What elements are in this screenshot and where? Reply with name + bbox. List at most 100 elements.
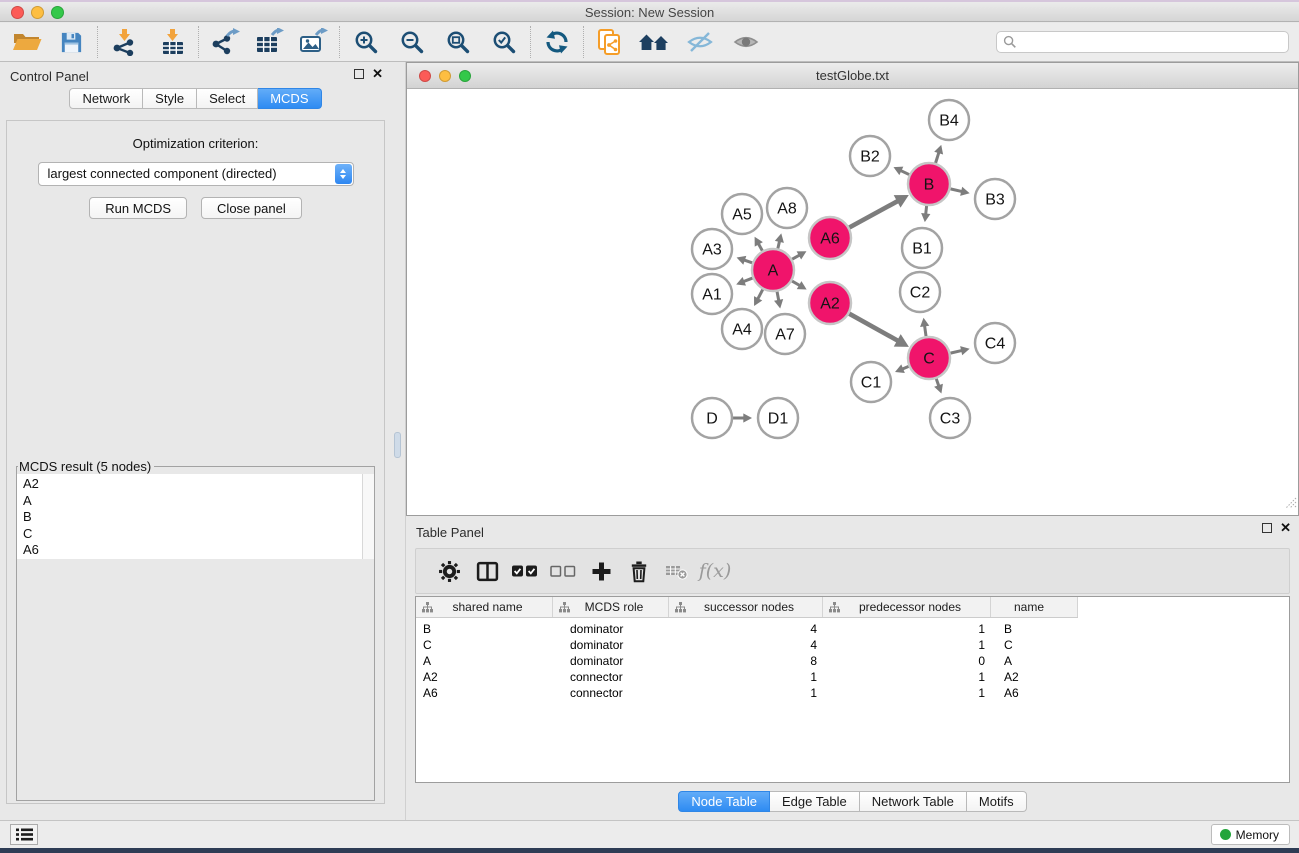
show-columns-icon[interactable] bbox=[468, 554, 506, 588]
dropdown-stepper-icon[interactable] bbox=[335, 164, 352, 184]
table-row[interactable]: A2connector11A2 bbox=[416, 670, 1289, 686]
edge-A-A1[interactable] bbox=[743, 278, 752, 282]
edge-A-A5[interactable] bbox=[758, 243, 762, 250]
table-cell: 1 bbox=[823, 622, 991, 638]
splitter-grip[interactable] bbox=[394, 432, 401, 458]
network-canvas[interactable]: AA1A2A3A4A5A6A7A8BB1B2B3B4CC1C2C3C4DD1 bbox=[407, 89, 1298, 515]
edge-C-C3[interactable] bbox=[936, 379, 939, 386]
result-item[interactable]: C bbox=[23, 526, 362, 543]
table-cell: dominator bbox=[553, 638, 669, 654]
delete-column-trash-icon[interactable] bbox=[620, 554, 658, 588]
tab-select[interactable]: Select bbox=[197, 88, 258, 109]
edge-A6-B[interactable] bbox=[849, 201, 898, 228]
search-field[interactable] bbox=[996, 31, 1289, 53]
tab-mcds[interactable]: MCDS bbox=[258, 88, 321, 109]
import-network-icon[interactable] bbox=[105, 26, 143, 58]
tab-style[interactable]: Style bbox=[143, 88, 197, 109]
session-title: Session: New Session bbox=[0, 5, 1299, 20]
search-icon bbox=[1003, 35, 1017, 49]
result-item[interactable]: A2 bbox=[23, 476, 362, 493]
edge-C-C1[interactable] bbox=[902, 366, 909, 369]
network-graph[interactable]: AA1A2A3A4A5A6A7A8BB1B2B3B4CC1C2C3C4DD1 bbox=[407, 89, 1298, 515]
settings-gear-icon[interactable] bbox=[430, 554, 468, 588]
delete-table-icon[interactable] bbox=[658, 554, 696, 588]
tab-network[interactable]: Network bbox=[69, 88, 143, 109]
column-header-MCDS-role[interactable]: MCDS role bbox=[553, 597, 669, 617]
close-panel-button[interactable]: Close panel bbox=[201, 197, 302, 219]
memory-button[interactable]: Memory bbox=[1211, 824, 1290, 845]
run-mcds-button[interactable]: Run MCDS bbox=[89, 197, 187, 219]
show-panels-eye-icon[interactable] bbox=[727, 26, 765, 58]
result-item[interactable]: A bbox=[23, 493, 362, 510]
result-scrollbar[interactable] bbox=[362, 474, 374, 559]
import-table-icon[interactable] bbox=[153, 26, 191, 58]
close-table-panel-icon[interactable]: ✕ bbox=[1280, 522, 1291, 534]
node-table[interactable]: shared nameMCDS rolesuccessor nodesprede… bbox=[415, 596, 1290, 783]
table-cell: B bbox=[416, 622, 553, 638]
export-table-icon[interactable] bbox=[250, 26, 288, 58]
hide-panels-eye-slash-icon[interactable] bbox=[681, 26, 719, 58]
float-panel-icon[interactable] bbox=[354, 69, 364, 79]
table-row[interactable]: Cdominator41C bbox=[416, 638, 1289, 654]
zoom-out-icon[interactable] bbox=[393, 26, 431, 58]
table-panel: Table Panel ✕ f(x) shared nameMCDS rol bbox=[406, 516, 1299, 820]
select-all-icon[interactable] bbox=[506, 554, 544, 588]
table-panel-title: Table Panel bbox=[416, 525, 484, 540]
criterion-dropdown[interactable]: largest connected component (directed) bbox=[38, 162, 354, 186]
table-row[interactable]: Bdominator41B bbox=[416, 622, 1289, 638]
new-network-from-file-icon[interactable] bbox=[591, 26, 629, 58]
edge-A-A3[interactable] bbox=[744, 260, 752, 263]
deselect-all-icon[interactable] bbox=[544, 554, 582, 588]
node-label: A7 bbox=[775, 327, 795, 344]
tab-node-table[interactable]: Node Table bbox=[678, 791, 770, 812]
zoom-in-icon[interactable] bbox=[347, 26, 385, 58]
close-panel-icon[interactable]: ✕ bbox=[372, 68, 383, 80]
column-header-successor-nodes[interactable]: successor nodes bbox=[669, 597, 823, 617]
edge-A-A4[interactable] bbox=[758, 289, 763, 299]
table-row[interactable]: Adominator80A bbox=[416, 654, 1289, 670]
zoom-fit-icon[interactable] bbox=[439, 26, 477, 58]
export-network-icon[interactable] bbox=[206, 26, 244, 58]
save-session-icon[interactable] bbox=[52, 26, 90, 58]
open-session-icon[interactable] bbox=[8, 26, 46, 58]
float-table-panel-icon[interactable] bbox=[1262, 523, 1272, 533]
edge-A-A2[interactable] bbox=[792, 281, 800, 286]
edge-C-C2[interactable] bbox=[925, 325, 926, 336]
column-header-name[interactable]: name bbox=[991, 597, 1078, 617]
table-cell: A6 bbox=[991, 686, 1078, 702]
table-cell: A2 bbox=[991, 670, 1078, 686]
home-icon[interactable] bbox=[635, 26, 673, 58]
edge-B-B3[interactable] bbox=[950, 189, 962, 192]
function-builder-icon[interactable]: f(x) bbox=[696, 554, 734, 588]
result-item[interactable]: A6 bbox=[23, 542, 362, 559]
edge-A-A8[interactable] bbox=[778, 241, 780, 249]
table-cell: connector bbox=[553, 686, 669, 702]
column-header-predecessor-nodes[interactable]: predecessor nodes bbox=[823, 597, 991, 617]
search-input[interactable] bbox=[1017, 33, 1288, 51]
arrowhead-icon bbox=[774, 299, 783, 308]
edge-C-C4[interactable] bbox=[950, 350, 962, 353]
mcds-panel: Optimization criterion: largest connecte… bbox=[6, 120, 385, 804]
node-label: C bbox=[923, 351, 935, 368]
result-item[interactable]: B bbox=[23, 509, 362, 526]
network-window-titlebar[interactable]: testGlobe.txt bbox=[407, 63, 1298, 89]
edge-A-A7[interactable] bbox=[777, 292, 779, 301]
panel-splitter[interactable] bbox=[391, 62, 406, 820]
edge-B-B1[interactable] bbox=[926, 206, 927, 215]
edge-B-B4[interactable] bbox=[936, 152, 939, 163]
export-image-icon[interactable] bbox=[294, 26, 332, 58]
tab-edge-table[interactable]: Edge Table bbox=[770, 791, 860, 812]
table-cell: dominator bbox=[553, 654, 669, 670]
resize-grip-icon[interactable] bbox=[1284, 496, 1297, 514]
edge-A-A6[interactable] bbox=[792, 255, 800, 259]
table-row[interactable]: A6connector11A6 bbox=[416, 686, 1289, 702]
edge-B-B2[interactable] bbox=[900, 170, 909, 174]
column-header-shared-name[interactable]: shared name bbox=[416, 597, 553, 617]
tab-motifs[interactable]: Motifs bbox=[967, 791, 1027, 812]
task-history-button[interactable] bbox=[10, 824, 38, 845]
edge-A2-C[interactable] bbox=[849, 314, 898, 341]
zoom-selected-icon[interactable] bbox=[485, 26, 523, 58]
refresh-icon[interactable] bbox=[538, 26, 576, 58]
add-column-icon[interactable] bbox=[582, 554, 620, 588]
tab-network-table[interactable]: Network Table bbox=[860, 791, 967, 812]
